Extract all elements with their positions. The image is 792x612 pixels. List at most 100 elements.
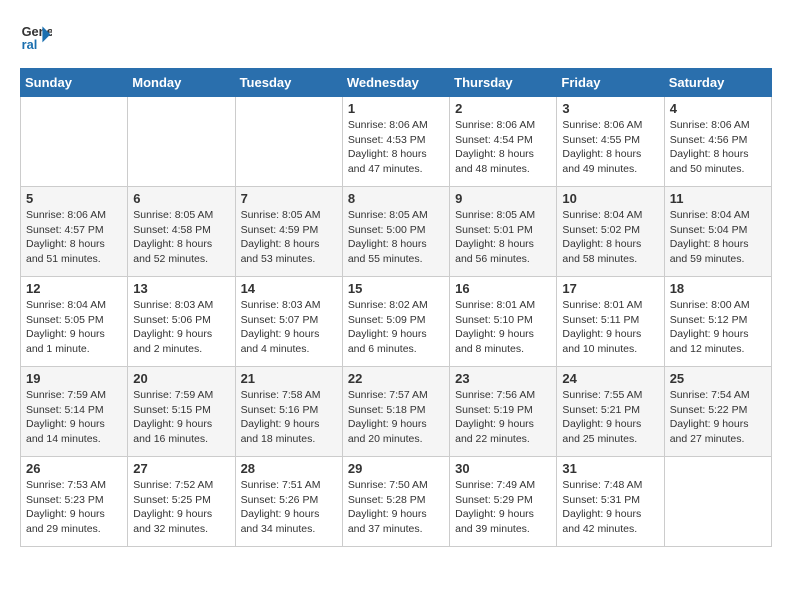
day-number: 16	[455, 281, 551, 296]
day-info: Sunrise: 7:54 AM Sunset: 5:22 PM Dayligh…	[670, 388, 766, 447]
calendar-cell: 25 Sunrise: 7:54 AM Sunset: 5:22 PM Dayli…	[664, 367, 771, 457]
weekday-header: Friday	[557, 69, 664, 97]
page-header: Gene ral	[20, 20, 772, 52]
day-info: Sunrise: 7:52 AM Sunset: 5:25 PM Dayligh…	[133, 478, 229, 537]
day-info: Sunrise: 8:06 AM Sunset: 4:57 PM Dayligh…	[26, 208, 122, 267]
calendar-cell	[128, 97, 235, 187]
day-number: 9	[455, 191, 551, 206]
calendar-cell: 6 Sunrise: 8:05 AM Sunset: 4:58 PM Daylig…	[128, 187, 235, 277]
header-row: SundayMondayTuesdayWednesdayThursdayFrid…	[21, 69, 772, 97]
calendar-cell: 23Sunrise: 7:56 AM Sunset: 5:19 PM Dayli…	[450, 367, 557, 457]
day-info: Sunrise: 8:05 AM Sunset: 5:01 PM Dayligh…	[455, 208, 551, 267]
calendar-cell: 14Sunrise: 8:03 AM Sunset: 5:07 PM Dayli…	[235, 277, 342, 367]
day-info: Sunrise: 7:51 AM Sunset: 5:26 PM Dayligh…	[241, 478, 337, 537]
day-number: 31	[562, 461, 658, 476]
logo-icon: Gene ral	[20, 20, 52, 52]
calendar-cell: 30 Sunrise: 7:49 AM Sunset: 5:29 PM Dayli…	[450, 457, 557, 547]
day-number: 17	[562, 281, 658, 296]
calendar-cell: 3 Sunrise: 8:06 AM Sunset: 4:55 PM Daylig…	[557, 97, 664, 187]
day-number: 26	[26, 461, 122, 476]
calendar-cell	[664, 457, 771, 547]
weekday-header: Monday	[128, 69, 235, 97]
day-number: 22	[348, 371, 444, 386]
calendar-week-row: 26 Sunrise: 7:53 AM Sunset: 5:23 PM Dayli…	[21, 457, 772, 547]
calendar-week-row: 19 Sunrise: 7:59 AM Sunset: 5:14 PM Dayli…	[21, 367, 772, 457]
calendar-week-row: 12Sunrise: 8:04 AM Sunset: 5:05 PM Dayli…	[21, 277, 772, 367]
day-info: Sunrise: 8:03 AM Sunset: 5:06 PM Dayligh…	[133, 298, 229, 357]
day-number: 11	[670, 191, 766, 206]
day-info: Sunrise: 7:59 AM Sunset: 5:14 PM Dayligh…	[26, 388, 122, 447]
calendar-cell: 20 Sunrise: 7:59 AM Sunset: 5:15 PM Dayli…	[128, 367, 235, 457]
day-number: 21	[241, 371, 337, 386]
calendar-cell: 9 Sunrise: 8:05 AM Sunset: 5:01 PM Daylig…	[450, 187, 557, 277]
weekday-header: Tuesday	[235, 69, 342, 97]
calendar-cell: 11 Sunrise: 8:04 AM Sunset: 5:04 PM Dayli…	[664, 187, 771, 277]
day-number: 1	[348, 101, 444, 116]
calendar-cell: 28 Sunrise: 7:51 AM Sunset: 5:26 PM Dayli…	[235, 457, 342, 547]
day-info: Sunrise: 8:00 AM Sunset: 5:12 PM Dayligh…	[670, 298, 766, 357]
day-number: 3	[562, 101, 658, 116]
day-info: Sunrise: 7:53 AM Sunset: 5:23 PM Dayligh…	[26, 478, 122, 537]
day-number: 20	[133, 371, 229, 386]
day-number: 30	[455, 461, 551, 476]
calendar-cell: 27 Sunrise: 7:52 AM Sunset: 5:25 PM Dayli…	[128, 457, 235, 547]
calendar-cell: 17 Sunrise: 8:01 AM Sunset: 5:11 PM Dayli…	[557, 277, 664, 367]
day-number: 5	[26, 191, 122, 206]
calendar-cell: 29 Sunrise: 7:50 AM Sunset: 5:28 PM Dayli…	[342, 457, 449, 547]
day-number: 24	[562, 371, 658, 386]
day-number: 6	[133, 191, 229, 206]
day-info: Sunrise: 7:58 AM Sunset: 5:16 PM Dayligh…	[241, 388, 337, 447]
day-info: Sunrise: 8:06 AM Sunset: 4:54 PM Dayligh…	[455, 118, 551, 177]
calendar-cell: 26 Sunrise: 7:53 AM Sunset: 5:23 PM Dayli…	[21, 457, 128, 547]
day-info: Sunrise: 8:04 AM Sunset: 5:05 PM Dayligh…	[26, 298, 122, 357]
calendar-cell: 24 Sunrise: 7:55 AM Sunset: 5:21 PM Dayli…	[557, 367, 664, 457]
calendar-cell: 1 Sunrise: 8:06 AM Sunset: 4:53 PM Daylig…	[342, 97, 449, 187]
svg-text:ral: ral	[22, 37, 38, 52]
day-info: Sunrise: 8:01 AM Sunset: 5:11 PM Dayligh…	[562, 298, 658, 357]
calendar-cell: 10 Sunrise: 8:04 AM Sunset: 5:02 PM Dayli…	[557, 187, 664, 277]
day-info: Sunrise: 8:06 AM Sunset: 4:55 PM Dayligh…	[562, 118, 658, 177]
day-number: 23	[455, 371, 551, 386]
day-info: Sunrise: 8:04 AM Sunset: 5:02 PM Dayligh…	[562, 208, 658, 267]
weekday-header: Saturday	[664, 69, 771, 97]
logo: Gene ral	[20, 20, 56, 52]
calendar-cell: 16Sunrise: 8:01 AM Sunset: 5:10 PM Dayli…	[450, 277, 557, 367]
day-info: Sunrise: 8:06 AM Sunset: 4:53 PM Dayligh…	[348, 118, 444, 177]
day-number: 4	[670, 101, 766, 116]
calendar-cell: 4 Sunrise: 8:06 AM Sunset: 4:56 PM Daylig…	[664, 97, 771, 187]
day-number: 14	[241, 281, 337, 296]
day-number: 18	[670, 281, 766, 296]
day-info: Sunrise: 7:50 AM Sunset: 5:28 PM Dayligh…	[348, 478, 444, 537]
day-number: 2	[455, 101, 551, 116]
day-number: 8	[348, 191, 444, 206]
calendar-body: 1 Sunrise: 8:06 AM Sunset: 4:53 PM Daylig…	[21, 97, 772, 547]
day-info: Sunrise: 8:04 AM Sunset: 5:04 PM Dayligh…	[670, 208, 766, 267]
calendar-cell: 22Sunrise: 7:57 AM Sunset: 5:18 PM Dayli…	[342, 367, 449, 457]
day-number: 15	[348, 281, 444, 296]
day-number: 28	[241, 461, 337, 476]
day-number: 7	[241, 191, 337, 206]
day-info: Sunrise: 7:55 AM Sunset: 5:21 PM Dayligh…	[562, 388, 658, 447]
weekday-header: Thursday	[450, 69, 557, 97]
calendar-cell: 19 Sunrise: 7:59 AM Sunset: 5:14 PM Dayli…	[21, 367, 128, 457]
day-info: Sunrise: 8:06 AM Sunset: 4:56 PM Dayligh…	[670, 118, 766, 177]
day-info: Sunrise: 7:59 AM Sunset: 5:15 PM Dayligh…	[133, 388, 229, 447]
day-number: 25	[670, 371, 766, 386]
calendar-cell	[21, 97, 128, 187]
day-info: Sunrise: 8:02 AM Sunset: 5:09 PM Dayligh…	[348, 298, 444, 357]
calendar-cell: 8 Sunrise: 8:05 AM Sunset: 5:00 PM Daylig…	[342, 187, 449, 277]
day-number: 29	[348, 461, 444, 476]
calendar-cell	[235, 97, 342, 187]
day-number: 10	[562, 191, 658, 206]
day-number: 27	[133, 461, 229, 476]
day-info: Sunrise: 8:05 AM Sunset: 5:00 PM Dayligh…	[348, 208, 444, 267]
calendar-cell: 15 Sunrise: 8:02 AM Sunset: 5:09 PM Dayli…	[342, 277, 449, 367]
calendar-cell: 2 Sunrise: 8:06 AM Sunset: 4:54 PM Daylig…	[450, 97, 557, 187]
calendar-cell: 21 Sunrise: 7:58 AM Sunset: 5:16 PM Dayli…	[235, 367, 342, 457]
day-info: Sunrise: 7:49 AM Sunset: 5:29 PM Dayligh…	[455, 478, 551, 537]
weekday-header: Sunday	[21, 69, 128, 97]
day-number: 13	[133, 281, 229, 296]
day-number: 19	[26, 371, 122, 386]
day-info: Sunrise: 8:05 AM Sunset: 4:58 PM Dayligh…	[133, 208, 229, 267]
weekday-header: Wednesday	[342, 69, 449, 97]
